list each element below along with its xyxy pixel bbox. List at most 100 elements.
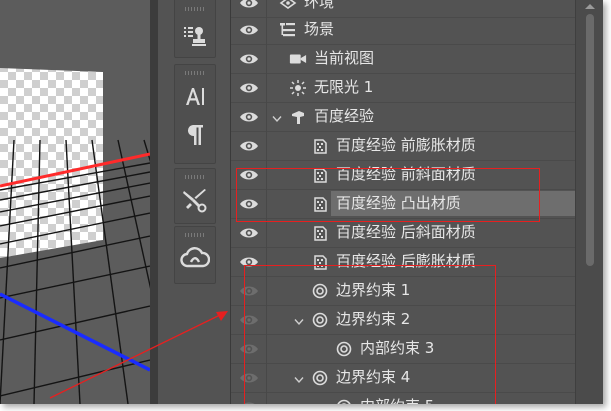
layer-name: 当前视图 xyxy=(314,49,375,67)
layer-name: 百度经验 凸出材质 xyxy=(336,194,461,212)
layer-row-content[interactable]: 边界约束 2 xyxy=(267,305,575,334)
visibility-eye-dim-icon[interactable] xyxy=(231,363,267,392)
expand-chevron-down-icon[interactable] xyxy=(293,313,305,326)
layer-row[interactable]: 百度经验 后膨胀材质 xyxy=(231,247,575,277)
layer-row-content[interactable]: 当前视图 xyxy=(267,44,575,73)
constraint-icon xyxy=(335,340,353,358)
layer-row[interactable]: 场景 xyxy=(231,15,575,45)
panel-divider xyxy=(150,0,158,404)
visibility-eye-icon[interactable] xyxy=(231,160,267,189)
layer-name: 百度经验 后斜面材质 xyxy=(336,223,476,241)
material-icon xyxy=(311,195,329,213)
camera-icon xyxy=(289,50,307,68)
expand-chevron-down-icon[interactable] xyxy=(271,110,283,123)
layer-row[interactable]: 百度经验 前斜面材质 xyxy=(231,160,575,190)
layer-row-content[interactable]: 百度经验 凸出材质 xyxy=(267,189,575,218)
layer-row[interactable]: 百度经验 前膨胀材质 xyxy=(231,131,575,161)
paragraph-button[interactable] xyxy=(175,119,215,155)
side-toolbar xyxy=(158,0,231,404)
layer-row[interactable]: 百度经验 凸出材质 xyxy=(231,189,575,219)
layer-row-content[interactable]: 百度经验 后膨胀材质 xyxy=(267,247,575,276)
constraint-icon xyxy=(335,398,353,404)
layer-name: 边界约束 2 xyxy=(336,310,411,328)
properties-button[interactable] xyxy=(175,19,215,55)
layer-name: 无限光 1 xyxy=(314,78,374,96)
tool-group-libraries xyxy=(174,226,216,284)
visibility-eye-icon[interactable] xyxy=(231,189,267,218)
mesh-icon xyxy=(289,108,307,126)
layer-row-content[interactable]: 内部约束 3 xyxy=(267,334,575,363)
infinite-light-icon xyxy=(289,79,307,97)
material-icon xyxy=(311,166,329,184)
layer-row-content[interactable]: 百度经验 前膨胀材质 xyxy=(267,131,575,160)
scene-tree-icon xyxy=(279,21,297,39)
character-button[interactable] xyxy=(175,81,215,117)
layer-name: 边界约束 1 xyxy=(336,281,411,299)
group-grip[interactable] xyxy=(185,175,205,179)
layer-row-content[interactable]: 无限光 1 xyxy=(267,73,575,102)
tool-group-properties xyxy=(174,0,216,58)
group-grip[interactable] xyxy=(185,7,205,11)
visibility-eye-icon[interactable] xyxy=(231,15,267,44)
visibility-eye-icon[interactable] xyxy=(231,102,267,131)
layer-name: 内部约束 5 xyxy=(360,397,434,404)
3d-viewport[interactable] xyxy=(0,0,150,404)
constraint-icon xyxy=(311,369,329,387)
layer-row[interactable]: 边界约束 1 xyxy=(231,276,575,306)
layer-row[interactable]: 百度经验 后斜面材质 xyxy=(231,218,575,248)
tools-scissors-icon xyxy=(181,186,209,218)
paragraph-icon xyxy=(183,122,207,152)
layer-name: 内部约束 3 xyxy=(360,339,435,357)
expand-chevron-down-icon[interactable] xyxy=(293,371,305,384)
group-grip[interactable] xyxy=(185,71,205,75)
layer-row-content[interactable]: 边界约束 1 xyxy=(267,276,575,305)
character-text-icon xyxy=(182,84,208,114)
material-icon xyxy=(311,253,329,271)
viewport-scene xyxy=(0,0,150,404)
constraint-icon xyxy=(311,282,329,300)
layer-name: 边界约束 4 xyxy=(336,368,411,386)
constraint-icon xyxy=(311,311,329,329)
visibility-eye-dim-icon[interactable] xyxy=(231,334,267,363)
scroll-up-icon[interactable] xyxy=(582,0,598,12)
layer-row-content[interactable]: 内部约束 5 xyxy=(267,392,575,404)
layer-name: 环境 xyxy=(304,0,335,11)
tools-button[interactable] xyxy=(175,184,215,220)
layer-row[interactable]: 边界约束 2 xyxy=(231,305,575,335)
layer-row[interactable]: 边界约束 4 xyxy=(231,363,575,393)
layer-name: 百度经验 前膨胀材质 xyxy=(336,136,476,154)
material-icon xyxy=(311,137,329,155)
creative-cloud-icon xyxy=(180,246,211,274)
visibility-eye-dim-icon[interactable] xyxy=(231,276,267,305)
group-grip[interactable] xyxy=(185,233,205,237)
layer-row-content[interactable]: 百度经验 前斜面材质 xyxy=(267,160,575,189)
visibility-eye-icon[interactable] xyxy=(231,247,267,276)
visibility-eye-icon[interactable] xyxy=(231,44,267,73)
visibility-eye-icon[interactable] xyxy=(231,131,267,160)
layer-row-content[interactable]: 场景 xyxy=(267,15,575,44)
properties-stamp-icon xyxy=(182,22,208,52)
visibility-eye-dim-icon[interactable] xyxy=(231,305,267,334)
photoshop-3d-workspace: 环境场景当前视图无限光 1 百度经验百度经验 前膨胀材质百度经验 前斜面材质百度经… xyxy=(0,0,603,404)
layer-row[interactable]: 当前视图 xyxy=(231,44,575,74)
3d-scene-panel: 环境场景当前视图无限光 1 百度经验百度经验 前膨胀材质百度经验 前斜面材质百度经… xyxy=(231,0,603,404)
layer-row-content[interactable]: 百度经验 xyxy=(267,102,575,131)
layer-row-content[interactable]: 边界约束 4 xyxy=(267,363,575,392)
layer-name: 场景 xyxy=(304,20,335,38)
visibility-eye-dim-icon[interactable] xyxy=(231,392,267,404)
layer-row[interactable]: 内部约束 5 xyxy=(231,392,575,404)
material-icon xyxy=(311,224,329,242)
layer-row-content[interactable]: 百度经验 后斜面材质 xyxy=(267,218,575,247)
tool-group-tools xyxy=(174,168,216,224)
layer-row[interactable]: 无限光 1 xyxy=(231,73,575,103)
layer-row[interactable]: 内部约束 3 xyxy=(231,334,575,364)
layer-name: 百度经验 后膨胀材质 xyxy=(336,252,476,270)
scrollbar-thumb[interactable] xyxy=(586,14,594,266)
visibility-eye-icon[interactable] xyxy=(231,73,267,102)
tool-group-type xyxy=(174,64,216,164)
libraries-button[interactable] xyxy=(175,242,215,278)
layer-row[interactable]: 百度经验 xyxy=(231,102,575,132)
transparent-plane xyxy=(0,68,103,258)
visibility-eye-icon[interactable] xyxy=(231,218,267,247)
scrollbar[interactable] xyxy=(575,0,603,404)
